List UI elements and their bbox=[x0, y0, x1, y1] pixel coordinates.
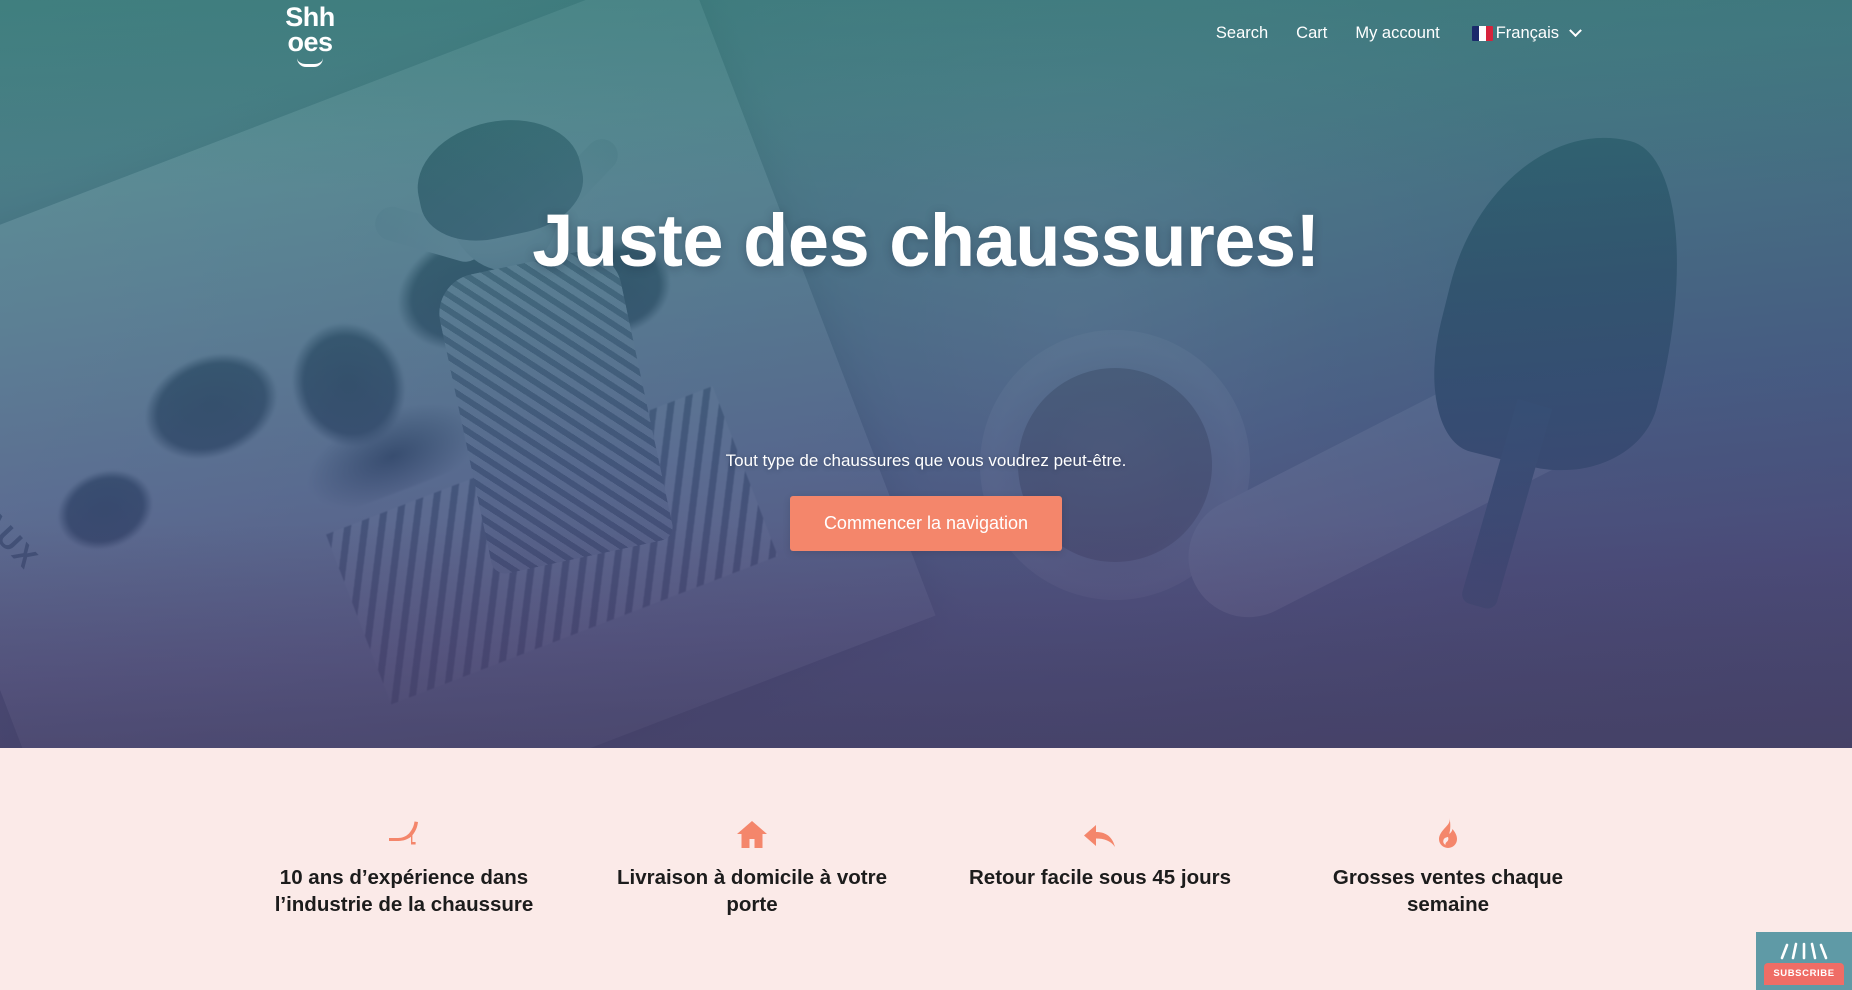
site-logo[interactable]: Shh oes bbox=[265, 4, 355, 67]
reply-arrow-icon bbox=[1083, 810, 1117, 850]
subscribe-button[interactable]: SUBSCRIBE bbox=[1764, 963, 1844, 985]
nav-links: Search Cart My account Français bbox=[1216, 24, 1582, 43]
feature-item-sales: Grosses ventes chaque semaine bbox=[1274, 748, 1622, 990]
flame-icon bbox=[1436, 810, 1460, 850]
start-browsing-button[interactable]: Commencer la navigation bbox=[789, 496, 1063, 551]
language-selector[interactable]: Français bbox=[1471, 24, 1582, 43]
feature-text: Retour facile sous 45 jours bbox=[968, 866, 1232, 889]
subscribe-widget[interactable]: SUBSCRIBE bbox=[1756, 932, 1852, 990]
feature-text: Livraison à domicile à votre porte bbox=[616, 866, 887, 917]
nav-item-search[interactable]: Search bbox=[1216, 24, 1268, 43]
language-label: Français bbox=[1495, 24, 1559, 42]
feature-item-experience: 10 ans d’expérience dans l’industrie de … bbox=[230, 748, 578, 990]
logo-smile-icon bbox=[297, 58, 323, 67]
hero-title: Juste des chaussures! bbox=[532, 199, 1320, 282]
logo-text-bottom: oes bbox=[287, 26, 333, 57]
feature-text: 10 ans d’expérience dans l’industrie de … bbox=[274, 866, 534, 917]
nav-item-my-account[interactable]: My account bbox=[1355, 24, 1439, 43]
france-flag-icon bbox=[1471, 26, 1493, 41]
feature-text: Grosses ventes chaque semaine bbox=[1332, 866, 1564, 917]
chevron-down-icon bbox=[1569, 24, 1582, 38]
hero-content: Juste des chaussures! Tout type de chaus… bbox=[0, 0, 1852, 748]
nav-item-cart[interactable]: Cart bbox=[1296, 24, 1327, 43]
feature-item-delivery: Livraison à domicile à votre porte bbox=[578, 748, 926, 990]
features-section: 10 ans d’expérience dans l’industrie de … bbox=[0, 748, 1852, 990]
house-icon bbox=[736, 810, 768, 850]
feature-item-returns: Retour facile sous 45 jours bbox=[926, 748, 1274, 990]
high-heel-shoe-icon bbox=[387, 810, 421, 850]
hero-subtitle: Tout type de chaussures que vous voudrez… bbox=[725, 451, 1127, 470]
rays-icon bbox=[1780, 942, 1828, 960]
hero-section: AUX Shh oes Search Cart My account bbox=[0, 0, 1852, 748]
main-navigation: Shh oes Search Cart My account Français bbox=[0, 0, 1852, 78]
